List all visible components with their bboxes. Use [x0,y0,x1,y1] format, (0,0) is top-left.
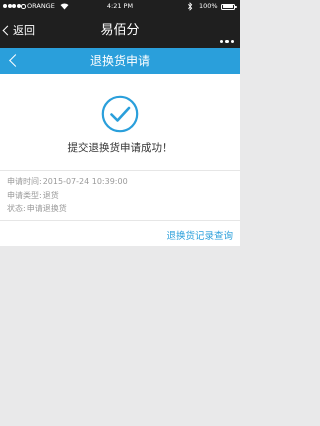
page-header: 退换货申请 [0,48,240,74]
status-bar: ORANGE 4:21 PM 100% [0,0,240,13]
divider [0,220,240,221]
checkmark-circle-icon [101,95,139,133]
wechat-title: 易佰分 [100,23,140,38]
battery-icon [221,3,237,10]
result-card: 提交退换货申请成功！ 申请时间:2015-07-24 10:39:00 申请类型… [0,74,240,246]
detail-value: 申请退换货 [26,204,67,213]
more-options-icon[interactable] [218,28,234,47]
detail-label: 申请类型: [7,190,42,200]
wechat-nav-bar: 返回 易佰分 [0,13,240,48]
detail-value: 退货 [42,190,59,200]
detail-label: 申请时间: [7,177,42,186]
request-details: 申请时间:2015-07-24 10:39:00 申请类型:退货 状态:申请退换… [7,175,129,216]
detail-row-status: 状态:申请退换货 [7,202,129,216]
detail-label: 状态: [7,204,26,213]
battery-percent: 100% [199,2,218,10]
divider [0,170,240,171]
detail-value: 2015-07-24 10:39:00 [42,177,128,186]
detail-row-type: 申请类型:退货 [7,189,129,203]
success-message: 提交退换货申请成功！ [67,142,173,154]
page-title: 退换货申请 [89,54,150,68]
detail-row-time: 申请时间:2015-07-24 10:39:00 [7,175,129,189]
bluetooth-icon [188,2,193,11]
return-history-link[interactable]: 退换货记录查询 [166,228,233,242]
